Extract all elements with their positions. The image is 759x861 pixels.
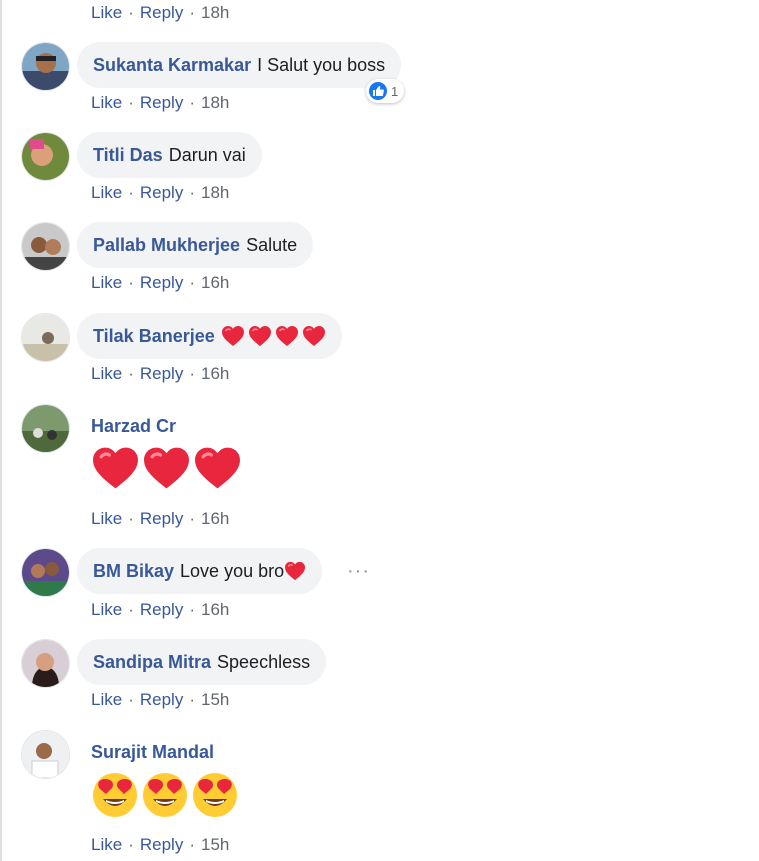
comment-bubble: BM Bikay Love you bro	[77, 548, 323, 594]
separator: ·	[128, 273, 134, 292]
red-heart-icon	[193, 445, 242, 491]
timestamp[interactable]: 16h	[201, 509, 229, 528]
avatar[interactable]	[21, 42, 70, 91]
avatar[interactable]	[21, 404, 70, 453]
comment-author[interactable]: Pallab Mukherjee	[93, 235, 240, 256]
comment-author[interactable]: Tilak Banerjee	[93, 326, 215, 347]
more-options-icon[interactable]: ···	[347, 560, 370, 583]
heart-eyes-emoji-icon	[91, 771, 139, 819]
like-link[interactable]: Like	[91, 509, 122, 528]
large-emoji-row	[91, 445, 242, 491]
separator: ·	[128, 690, 134, 709]
reply-link[interactable]: Reply	[140, 364, 183, 383]
separator: ·	[128, 364, 134, 383]
reaction-count: 1	[391, 83, 399, 99]
separator: ·	[128, 93, 134, 112]
thread-left-border	[0, 0, 2, 861]
reply-link[interactable]: Reply	[140, 3, 183, 22]
like-link[interactable]: Like	[91, 183, 122, 202]
separator: ·	[189, 835, 195, 854]
thumbs-up-icon	[369, 82, 387, 100]
avatar[interactable]	[21, 548, 70, 597]
comment-actions: Like · Reply · 15h	[91, 835, 229, 855]
timestamp[interactable]: 18h	[201, 183, 229, 202]
red-heart-icon	[142, 445, 191, 491]
reply-link[interactable]: Reply	[140, 93, 183, 112]
red-heart-icon	[302, 325, 326, 347]
separator: ·	[189, 93, 195, 112]
comment-author[interactable]: Harzad Cr	[91, 416, 176, 437]
separator: ·	[189, 3, 195, 22]
avatar[interactable]	[21, 730, 70, 779]
reply-link[interactable]: Reply	[140, 509, 183, 528]
comment-text: Darun vai	[168, 144, 246, 165]
like-link[interactable]: Like	[91, 3, 122, 22]
reply-link[interactable]: Reply	[140, 183, 183, 202]
separator: ·	[128, 3, 134, 22]
comment-author[interactable]: Sandipa Mitra	[93, 652, 211, 673]
red-heart-icon	[275, 325, 299, 347]
timestamp[interactable]: 16h	[201, 273, 229, 292]
comment-author[interactable]: BM Bikay	[93, 561, 174, 582]
red-heart-icon	[221, 325, 245, 347]
large-emoji-row	[91, 771, 239, 819]
comment-text: Salute	[246, 234, 298, 255]
red-heart-icon	[248, 325, 272, 347]
separator: ·	[128, 835, 134, 854]
comment-text: Speechless	[217, 651, 311, 672]
timestamp[interactable]: 18h	[201, 3, 229, 22]
comment-actions: Like · Reply · 16h	[91, 600, 229, 620]
timestamp[interactable]: 15h	[201, 690, 229, 709]
separator: ·	[128, 600, 134, 619]
reaction-badge[interactable]: 1	[366, 79, 405, 103]
avatar[interactable]	[21, 313, 70, 362]
comment-text: Love you bro	[180, 560, 285, 581]
comment-author[interactable]: Surajit Mandal	[91, 742, 214, 763]
comment-actions: Like · Reply · 18h	[91, 93, 229, 113]
separator: ·	[128, 509, 134, 528]
separator: ·	[189, 600, 195, 619]
separator: ·	[189, 183, 195, 202]
comment-text: I Salut you boss	[257, 54, 386, 75]
avatar[interactable]	[21, 222, 70, 271]
comment-actions: Like · Reply · 16h	[91, 273, 229, 293]
timestamp[interactable]: 16h	[201, 364, 229, 383]
red-heart-icon	[284, 561, 306, 581]
comment-actions: Like · Reply · 16h	[91, 509, 229, 529]
comment-actions: Like · Reply · 16h	[91, 364, 229, 384]
like-link[interactable]: Like	[91, 835, 122, 854]
comment-bubble: Pallab Mukherjee Salute	[77, 222, 314, 268]
like-link[interactable]: Like	[91, 364, 122, 383]
timestamp[interactable]: 16h	[201, 600, 229, 619]
comment-bubble: Titli Das Darun vai	[77, 132, 262, 178]
avatar[interactable]	[21, 639, 70, 688]
comment-bubble: Sukanta Karmakar I Salut you boss	[77, 42, 402, 88]
reply-link[interactable]: Reply	[140, 600, 183, 619]
reply-link[interactable]: Reply	[140, 835, 183, 854]
heart-eyes-emoji-icon	[141, 771, 189, 819]
red-heart-icon	[91, 445, 140, 491]
separator: ·	[189, 690, 195, 709]
comment-author[interactable]: Titli Das	[93, 145, 163, 166]
like-link[interactable]: Like	[91, 600, 122, 619]
comment-actions: Like · Reply · 18h	[91, 3, 229, 23]
timestamp[interactable]: 15h	[201, 835, 229, 854]
timestamp[interactable]: 18h	[201, 93, 229, 112]
comment-bubble: Sandipa Mitra Speechless	[77, 639, 327, 685]
comment-actions: Like · Reply · 15h	[91, 690, 229, 710]
separator: ·	[189, 364, 195, 383]
comment-bubble: Tilak Banerjee	[77, 313, 342, 359]
reply-link[interactable]: Reply	[140, 273, 183, 292]
reply-link[interactable]: Reply	[140, 690, 183, 709]
separator: ·	[189, 273, 195, 292]
like-link[interactable]: Like	[91, 690, 122, 709]
comment-actions: Like · Reply · 18h	[91, 183, 229, 203]
avatar[interactable]	[21, 132, 70, 181]
heart-eyes-emoji-icon	[191, 771, 239, 819]
separator: ·	[128, 183, 134, 202]
comment-author[interactable]: Sukanta Karmakar	[93, 55, 251, 76]
like-link[interactable]: Like	[91, 273, 122, 292]
separator: ·	[189, 509, 195, 528]
like-link[interactable]: Like	[91, 93, 122, 112]
